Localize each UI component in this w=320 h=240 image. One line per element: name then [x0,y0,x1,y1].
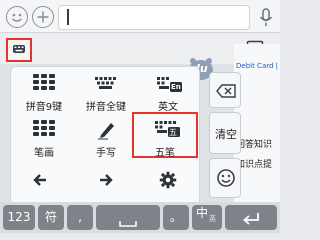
english-keyboard-icon: En [156,76,182,94]
background-line: Debit Card | [236,62,279,70]
option-label: 五笔 [155,148,175,159]
clear-key[interactable]: 清空 [209,112,241,154]
enter-icon [241,210,261,225]
option-label: 拼音全键 [86,102,126,113]
gear-icon[interactable] [159,171,177,189]
backspace-key[interactable] [209,72,241,108]
comma-key[interactable]: , [67,205,93,230]
symbol-key[interactable]: 符 [38,205,64,230]
option-wubi[interactable]: 五 五笔 [132,112,198,159]
message-input[interactable] [58,5,250,30]
smiley-icon [216,168,236,188]
option-pinyin-9-keys[interactable]: 拼音9键 [14,70,74,114]
plus-icon[interactable] [32,6,54,28]
option-label: 英文 [158,102,178,113]
keyboard-switch-button[interactable] [6,38,32,62]
numbers-key[interactable]: 123 [3,205,35,230]
enter-key[interactable] [225,205,277,230]
text-cursor [67,9,69,25]
smiley-icon[interactable] [6,6,28,28]
pinyin-full-keys-icon [94,76,118,92]
space-key[interactable] [96,205,160,230]
microphone-icon[interactable] [258,7,274,29]
language-switch-key[interactable]: 中 英 [192,205,222,230]
pinyin-9-keys-icon [33,74,55,90]
handwriting-pen-icon [96,118,118,140]
wubi-badge: 五 [169,128,177,137]
option-english[interactable]: En 英文 [138,70,198,114]
language-sub-label: 英 [209,215,216,223]
option-handwriting[interactable]: 手写 [76,114,136,159]
arrow-right-icon[interactable] [98,172,114,188]
backspace-icon [216,83,236,98]
background-line: 知识点提 [236,160,273,170]
stroke-keyboard-icon [33,120,55,136]
option-label: 手写 [96,148,116,159]
english-badge: En [171,83,181,91]
wubi-keyboard-icon: 五 [154,120,180,138]
space-bar-icon [118,213,138,227]
option-pinyin-full-keys[interactable]: 拼音全键 [76,70,136,114]
option-stroke[interactable]: 笔画 [14,114,74,159]
emoji-key[interactable] [209,158,241,198]
period-key[interactable]: 。 [163,205,189,230]
option-label: 笔画 [34,148,54,159]
keyboard-icon [13,45,25,53]
option-label: 拼音9键 [25,102,63,113]
language-label: 中 [196,206,209,220]
arrow-left-icon[interactable] [32,172,48,188]
clear-key-label: 清空 [215,128,237,141]
